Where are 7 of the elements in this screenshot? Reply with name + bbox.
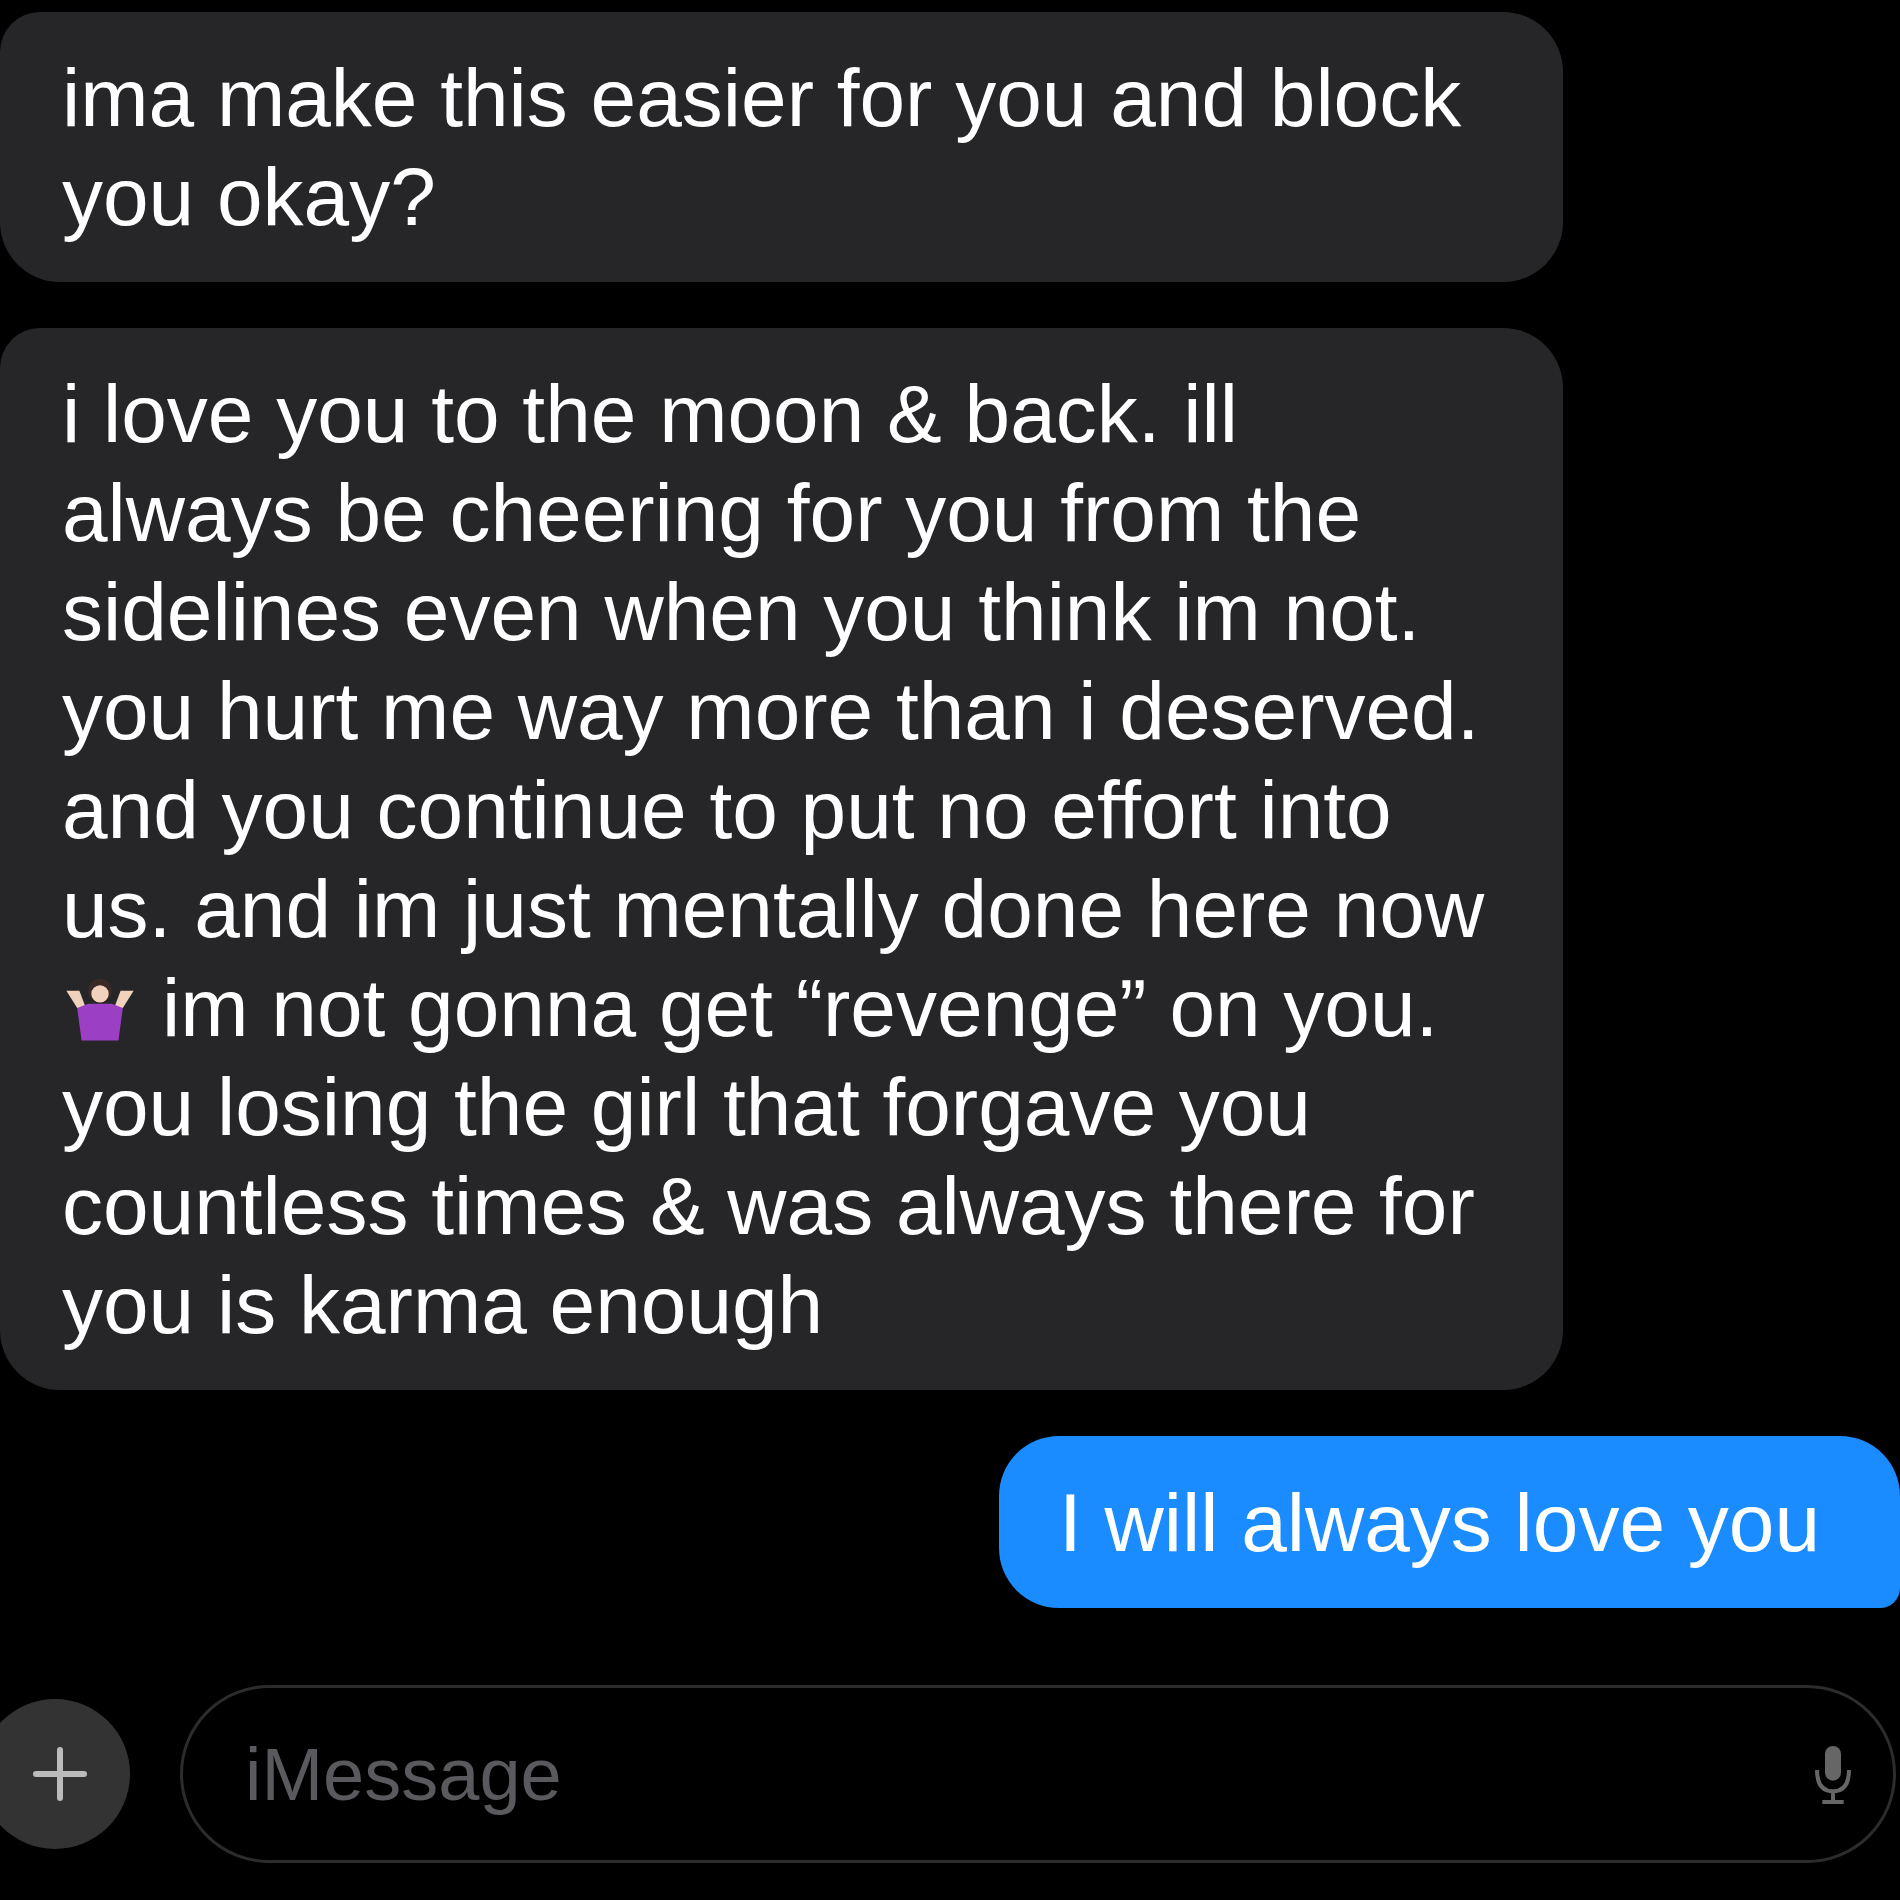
message-text: ima make this easier for you and block you okay? [62,51,1462,244]
message-text: I will always love you [1058,1476,1820,1570]
message-text: you losing the girl that forgave you countless times & was always there for you is karma enough [62,1060,1475,1352]
plus-icon [30,1744,90,1804]
message-text: im not gonna get “revenge” on you. [162,961,1439,1055]
message-input-field[interactable]: iMessage [180,1685,1896,1863]
message-input[interactable]: iMessage [243,1730,1813,1818]
